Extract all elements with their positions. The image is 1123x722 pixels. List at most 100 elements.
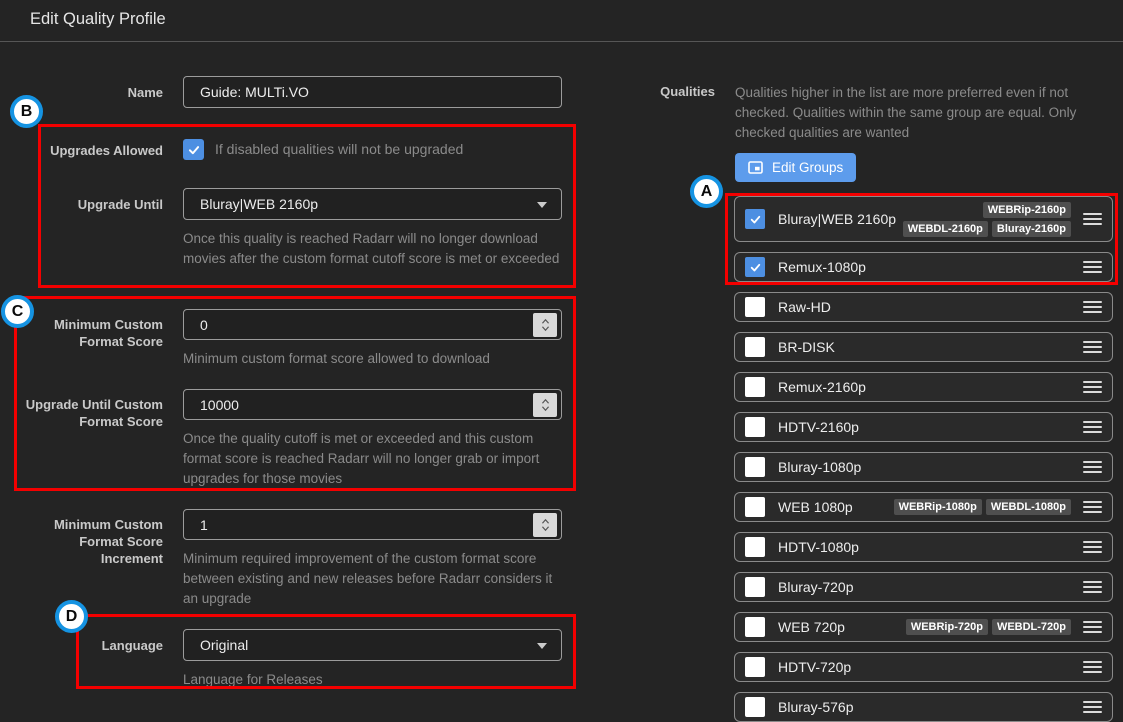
number-spinner-icon[interactable] xyxy=(533,513,557,537)
quality-checkbox[interactable] xyxy=(745,657,765,677)
quality-tag: WEBDL-720p xyxy=(992,619,1071,635)
quality-row[interactable]: Remux-2160p xyxy=(734,372,1113,402)
language-value: Original xyxy=(200,637,248,653)
qualities-help: Qualities higher in the list are more pr… xyxy=(735,83,1093,143)
quality-name: Bluray-720p xyxy=(778,579,854,595)
language-label: Language xyxy=(23,637,163,654)
quality-row[interactable]: WEB 1080p WEBRip-1080pWEBDL-1080p xyxy=(734,492,1113,522)
drag-handle-icon[interactable] xyxy=(1083,261,1102,273)
upgrade-until-help: Once this quality is reached Radarr will… xyxy=(183,229,565,269)
quality-tags: WEBRip-1080pWEBDL-1080p xyxy=(894,499,1071,515)
quality-row[interactable]: HDTV-2160p xyxy=(734,412,1113,442)
quality-tags: WEBRip-2160pWEBDL-2160pBluray-2160p xyxy=(896,202,1071,237)
min-increment-input[interactable]: 1 xyxy=(183,509,562,540)
quality-checkbox[interactable] xyxy=(745,297,765,317)
quality-checkbox[interactable] xyxy=(745,497,765,517)
quality-name: HDTV-720p xyxy=(778,659,851,675)
drag-handle-icon[interactable] xyxy=(1083,461,1102,473)
min-format-score-value: 0 xyxy=(200,317,208,333)
upgrade-until-score-help: Once the quality cutoff is met or exceed… xyxy=(183,429,565,489)
modal-header: Edit Quality Profile xyxy=(0,0,1123,42)
quality-name: Bluray-576p xyxy=(778,699,854,715)
qualities-list: Bluray|WEB 2160pWEBRip-2160pWEBDL-2160pB… xyxy=(734,196,1113,722)
quality-checkbox[interactable] xyxy=(745,377,765,397)
chevron-down-icon xyxy=(537,202,547,208)
drag-handle-icon[interactable] xyxy=(1083,581,1102,593)
quality-name: Remux-2160p xyxy=(778,379,866,395)
drag-handle-icon[interactable] xyxy=(1083,301,1102,313)
quality-checkbox[interactable] xyxy=(745,209,765,229)
annotation-badge-d: D xyxy=(55,600,88,633)
upgrade-until-label: Upgrade Until xyxy=(23,196,163,213)
upgrade-until-score-label: Upgrade Until Custom Format Score xyxy=(23,396,163,430)
check-icon xyxy=(187,143,201,157)
name-value: Guide: MULTi.VO xyxy=(200,84,309,100)
drag-handle-icon[interactable] xyxy=(1083,421,1102,433)
quality-row[interactable]: Bluray-576p xyxy=(734,692,1113,722)
annotation-badge-a: A xyxy=(690,175,723,208)
quality-checkbox[interactable] xyxy=(745,617,765,637)
quality-name: BR-DISK xyxy=(778,339,835,355)
drag-handle-icon[interactable] xyxy=(1083,661,1102,673)
quality-name: Raw-HD xyxy=(778,299,831,315)
quality-row[interactable]: HDTV-1080p xyxy=(734,532,1113,562)
quality-row[interactable]: WEB 720p WEBRip-720pWEBDL-720p xyxy=(734,612,1113,642)
drag-handle-icon[interactable] xyxy=(1083,213,1102,225)
quality-name: Remux-1080p xyxy=(778,259,866,275)
min-format-score-input[interactable]: 0 xyxy=(183,309,562,340)
quality-row[interactable]: Bluray-720p xyxy=(734,572,1113,602)
quality-tags: WEBRip-720pWEBDL-720p xyxy=(906,619,1071,635)
drag-handle-icon[interactable] xyxy=(1083,701,1102,713)
quality-checkbox[interactable] xyxy=(745,577,765,597)
upgrade-until-score-input[interactable]: 10000 xyxy=(183,389,562,420)
quality-checkbox[interactable] xyxy=(745,337,765,357)
quality-row[interactable]: BR-DISK xyxy=(734,332,1113,362)
ungroup-icon xyxy=(748,161,763,174)
quality-row[interactable]: Remux-1080p xyxy=(734,252,1113,282)
quality-checkbox[interactable] xyxy=(745,537,765,557)
annotation-badge-b: B xyxy=(10,95,43,128)
drag-handle-icon[interactable] xyxy=(1083,381,1102,393)
min-increment-value: 1 xyxy=(200,517,208,533)
language-select[interactable]: Original xyxy=(183,629,562,661)
quality-tag: WEBRip-1080p xyxy=(894,499,982,515)
quality-checkbox[interactable] xyxy=(745,697,765,717)
page-title: Edit Quality Profile xyxy=(30,10,166,29)
quality-name: Bluray-1080p xyxy=(778,459,861,475)
name-input[interactable]: Guide: MULTi.VO xyxy=(183,76,562,108)
chevron-down-icon xyxy=(537,643,547,649)
drag-handle-icon[interactable] xyxy=(1083,541,1102,553)
number-spinner-icon[interactable] xyxy=(533,393,557,417)
edit-groups-button[interactable]: Edit Groups xyxy=(735,153,856,182)
check-icon xyxy=(749,213,762,226)
quality-name: WEB 1080p xyxy=(778,499,853,515)
quality-tag: WEBRip-720p xyxy=(906,619,988,635)
quality-checkbox[interactable] xyxy=(745,417,765,437)
quality-row[interactable]: HDTV-720p xyxy=(734,652,1113,682)
number-spinner-icon[interactable] xyxy=(533,313,557,337)
upgrades-allowed-checkbox[interactable] xyxy=(183,139,204,160)
quality-row[interactable]: Bluray-1080p xyxy=(734,452,1113,482)
min-increment-help: Minimum required improvement of the cust… xyxy=(183,549,565,609)
min-increment-label: Minimum Custom Format Score Increment xyxy=(23,516,163,567)
quality-name: Bluray|WEB 2160p xyxy=(778,211,896,227)
upgrade-until-value: Bluray|WEB 2160p xyxy=(200,196,318,212)
name-label: Name xyxy=(23,84,163,101)
upgrade-until-score-value: 10000 xyxy=(200,397,239,413)
quality-name: HDTV-1080p xyxy=(778,539,859,555)
drag-handle-icon[interactable] xyxy=(1083,341,1102,353)
drag-handle-icon[interactable] xyxy=(1083,501,1102,513)
quality-row[interactable]: Bluray|WEB 2160pWEBRip-2160pWEBDL-2160pB… xyxy=(734,196,1113,242)
quality-tag: WEBDL-2160p xyxy=(903,221,988,237)
quality-tag: WEBDL-1080p xyxy=(986,499,1071,515)
min-format-score-help: Minimum custom format score allowed to d… xyxy=(183,349,565,369)
qualities-label: Qualities xyxy=(575,84,715,99)
quality-row[interactable]: Raw-HD xyxy=(734,292,1113,322)
upgrade-until-select[interactable]: Bluray|WEB 2160p xyxy=(183,188,562,220)
quality-checkbox[interactable] xyxy=(745,457,765,477)
upgrades-allowed-hint: If disabled qualities will not be upgrad… xyxy=(215,139,463,160)
upgrades-allowed-label: Upgrades Allowed xyxy=(23,142,163,159)
drag-handle-icon[interactable] xyxy=(1083,621,1102,633)
quality-checkbox[interactable] xyxy=(745,257,765,277)
quality-name: WEB 720p xyxy=(778,619,845,635)
